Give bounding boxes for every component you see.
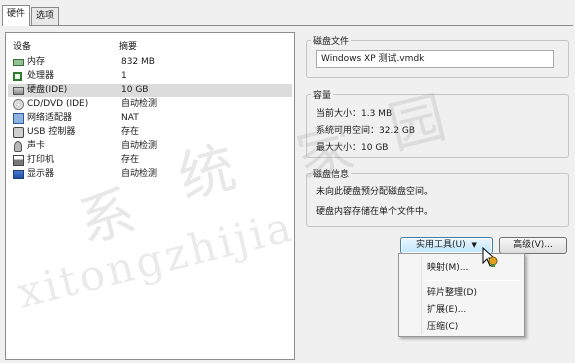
- device-name: 内存: [27, 57, 46, 67]
- device-summary: 自动检测: [121, 99, 158, 109]
- menu-item-map[interactable]: 映射(M)...: [427, 262, 468, 274]
- device-name: USB 控制器: [27, 127, 76, 137]
- menu-item-compact[interactable]: 压缩(C): [427, 321, 458, 333]
- utilities-button[interactable]: 实用工具(U) ▼: [400, 237, 493, 254]
- device-summary: 存在: [121, 127, 140, 137]
- device-name: 网络适配器: [27, 113, 73, 123]
- disk-info-single-file-text: 硬盘内容存储在单个文件中。: [316, 207, 434, 217]
- disk-info-preallocation-text: 未向此硬盘预分配磁盘空间。: [316, 187, 434, 197]
- current-size-text: 当前大小：1.3 MB: [316, 109, 393, 119]
- disk-info-group: [306, 173, 569, 227]
- tab-hardware[interactable]: 硬件: [2, 5, 31, 26]
- column-header-summary: 摘要: [119, 42, 138, 52]
- device-row-cd-dvd[interactable]: CD/DVD (IDE) 自动检测: [8, 98, 292, 111]
- usb-controller-icon: [13, 127, 24, 138]
- device-row-usb-controller[interactable]: USB 控制器 存在: [8, 126, 292, 139]
- device-summary: 1: [121, 71, 127, 81]
- disk-info-label: 磁盘信息: [311, 167, 352, 180]
- disk-file-field[interactable]: Windows XP 测试.vmdk: [316, 50, 554, 68]
- utilities-button-label: 实用工具(U): [416, 240, 466, 250]
- menu-item-defragment[interactable]: 碎片整理(D): [427, 287, 477, 299]
- device-row-processor[interactable]: 处理器 1: [8, 70, 292, 83]
- device-name: 处理器: [27, 71, 55, 81]
- device-summary: 存在: [121, 155, 140, 165]
- processor-icon: [13, 72, 22, 81]
- menu-gutter: [421, 256, 422, 335]
- tab-divider: [2, 25, 573, 26]
- hard-disk-icon: [13, 87, 24, 95]
- device-row-hard-disk[interactable]: 硬盘(IDE) 10 GB: [8, 84, 292, 97]
- capacity-label: 容量: [311, 88, 334, 101]
- chevron-down-icon: ▼: [471, 241, 477, 249]
- device-name: 声卡: [27, 141, 46, 151]
- advanced-button[interactable]: 高级(V)...: [499, 237, 567, 254]
- cd-dvd-icon: [13, 99, 24, 110]
- device-row-network-adapter[interactable]: 网络适配器 NAT: [8, 112, 292, 125]
- printer-icon: [13, 155, 24, 166]
- tool-cursor-icon: [488, 256, 498, 267]
- disk-file-label: 磁盘文件: [311, 34, 352, 47]
- menu-item-expand[interactable]: 扩展(E)...: [427, 304, 466, 316]
- device-summary: 自动检测: [121, 169, 158, 179]
- device-row-display[interactable]: 显示器 自动检测: [8, 168, 292, 181]
- max-size-text: 最大大小：10 GB: [316, 143, 389, 153]
- tab-options[interactable]: 选项: [31, 7, 60, 25]
- sound-card-icon: [14, 141, 22, 152]
- device-name: CD/DVD (IDE): [27, 99, 89, 109]
- device-name: 显示器: [27, 169, 55, 179]
- device-summary: 832 MB: [121, 57, 155, 67]
- system-free-space-text: 系统可用空间：32.2 GB: [316, 126, 416, 136]
- utilities-menu: 映射(M)... 碎片整理(D) 扩展(E)... 压缩(C): [398, 253, 525, 337]
- column-header-device: 设备: [13, 42, 32, 52]
- device-summary: 自动检测: [121, 141, 158, 151]
- device-row-memory[interactable]: 内存 832 MB: [8, 56, 292, 69]
- memory-icon: [13, 59, 24, 66]
- device-row-printer[interactable]: 打印机 存在: [8, 154, 292, 167]
- device-name: 硬盘(IDE): [27, 85, 68, 95]
- device-name: 打印机: [27, 155, 55, 165]
- network-adapter-icon: [13, 113, 24, 124]
- menu-separator: [425, 280, 521, 281]
- device-summary: 10 GB: [121, 85, 149, 95]
- device-list[interactable]: 设备 摘要 内存 832 MB 处理器 1 硬盘(IDE) 10 GB CD/D…: [5, 32, 295, 360]
- device-summary: NAT: [121, 113, 139, 123]
- display-icon: [13, 170, 24, 179]
- device-row-sound-card[interactable]: 声卡 自动检测: [8, 140, 292, 153]
